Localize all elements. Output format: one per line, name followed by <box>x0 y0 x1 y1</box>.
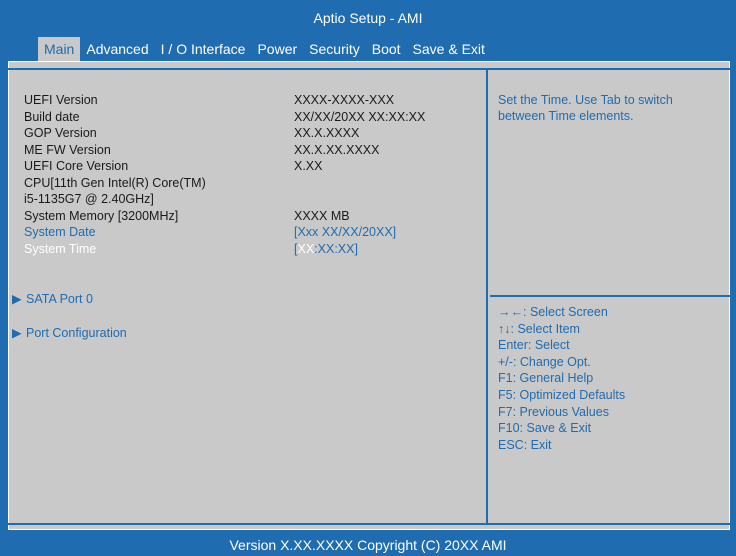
tab-power[interactable]: Power <box>251 37 303 61</box>
key-name: Enter <box>498 338 528 353</box>
tab-security[interactable]: Security <box>303 37 366 61</box>
key-row-select-item: ↑↓: Select Item <box>498 321 625 338</box>
submenu-port-configuration[interactable]: ▶ Port Configuration <box>12 325 127 340</box>
arrows-up-down-icon: ↑↓ <box>498 321 511 336</box>
key-desc: : Select Item <box>510 321 580 336</box>
info-label: UEFI Core Version <box>24 159 129 173</box>
submenu-arrow-icon: ▶ <box>12 326 22 340</box>
tab-advanced[interactable]: Advanced <box>80 37 154 61</box>
key-desc: : Select <box>527 338 570 353</box>
key-row-enter: Enter: Select <box>498 337 625 354</box>
key-row-change-opt: +/-: Change Opt. <box>498 354 625 371</box>
info-label: GOP Version <box>24 126 97 140</box>
help-text: Set the Time. Use Tab to switch between … <box>498 93 673 123</box>
info-label: ME FW Version <box>24 142 111 157</box>
info-value: XX.X.XX.XXXX <box>294 142 380 157</box>
submenu-arrow-icon: ▶ <box>12 292 22 306</box>
key-row-save-exit: F10: Save & Exit <box>498 420 625 437</box>
key-desc: : Save & Exit <box>519 421 592 436</box>
info-label: UEFI Version <box>24 93 98 107</box>
info-value: XXXX MB <box>294 208 350 223</box>
key-row-optimized-defaults: F5: Optimized Defaults <box>498 387 625 404</box>
cpu-line-2: i5-1135G7 @ 2.40GHz] <box>24 192 154 206</box>
cpu-line-1: CPU[11th Gen Intel(R) Core(TM) <box>24 175 206 190</box>
info-value: X.XX <box>294 159 323 173</box>
system-date-field[interactable]: [Xxx XX/XX/20XX] <box>294 224 396 240</box>
info-label: System Memory [3200MHz] <box>24 208 179 223</box>
key-desc: : Exit <box>523 437 552 452</box>
key-desc: : Change Opt. <box>512 354 591 369</box>
submenu-sata-port-0[interactable]: ▶ SATA Port 0 <box>12 291 93 306</box>
frame-bottom-divider <box>8 523 730 525</box>
info-label: Build date <box>24 109 80 124</box>
key-legend: →←: Select Screen ↑↓: Select Item Enter:… <box>498 304 625 453</box>
key-desc: : Optimized Defaults <box>512 387 626 402</box>
key-name: ESC <box>498 437 524 452</box>
system-time-label: System Time <box>24 241 97 256</box>
key-row-select-screen: →←: Select Screen <box>498 304 625 321</box>
info-value: XXXX-XXXX-XXX <box>294 93 395 107</box>
menu-bar: Main Advanced I / O Interface Power Secu… <box>38 37 491 61</box>
key-name: +/- <box>498 354 513 369</box>
info-value: XX/XX/20XX XX:XX:XX <box>294 109 426 124</box>
key-row-previous-values: F7: Previous Values <box>498 404 625 421</box>
key-row-general-help: F1: General Help <box>498 370 625 387</box>
help-divider <box>490 295 730 297</box>
tab-main[interactable]: Main <box>38 37 81 61</box>
key-desc: : Previous Values <box>512 404 609 419</box>
version-footer: Version X.XX.XXXX Copyright (C) 20XX AMI <box>229 537 507 553</box>
key-name: F7 <box>498 404 513 419</box>
info-value: XX.X.XXXX <box>294 126 360 140</box>
tab-save-exit[interactable]: Save & Exit <box>407 37 491 61</box>
time-rest[interactable]: :XX:XX] <box>314 242 358 256</box>
key-name: F5 <box>498 387 513 402</box>
submenu-label: Port Configuration <box>26 326 127 340</box>
key-name: F1 <box>498 371 513 386</box>
app-title: Aptio Setup - AMI <box>313 10 423 26</box>
frame-top-divider <box>8 68 730 70</box>
tab-boot[interactable]: Boot <box>366 37 407 61</box>
system-time-field[interactable]: [XX:XX:XX] <box>294 241 358 257</box>
key-desc: : General Help <box>512 371 594 386</box>
key-desc: : Select Screen <box>523 305 608 319</box>
key-row-exit: ESC: Exit <box>498 437 625 454</box>
system-date-label: System Date <box>24 225 96 239</box>
time-hour-selected[interactable]: XX <box>297 242 314 256</box>
submenu-label: SATA Port 0 <box>26 292 93 306</box>
tab-io-interface[interactable]: I / O Interface <box>155 37 252 61</box>
panel-divider <box>486 70 488 525</box>
arrows-left-right-icon: →← <box>498 305 523 319</box>
key-name: F10 <box>498 421 520 436</box>
